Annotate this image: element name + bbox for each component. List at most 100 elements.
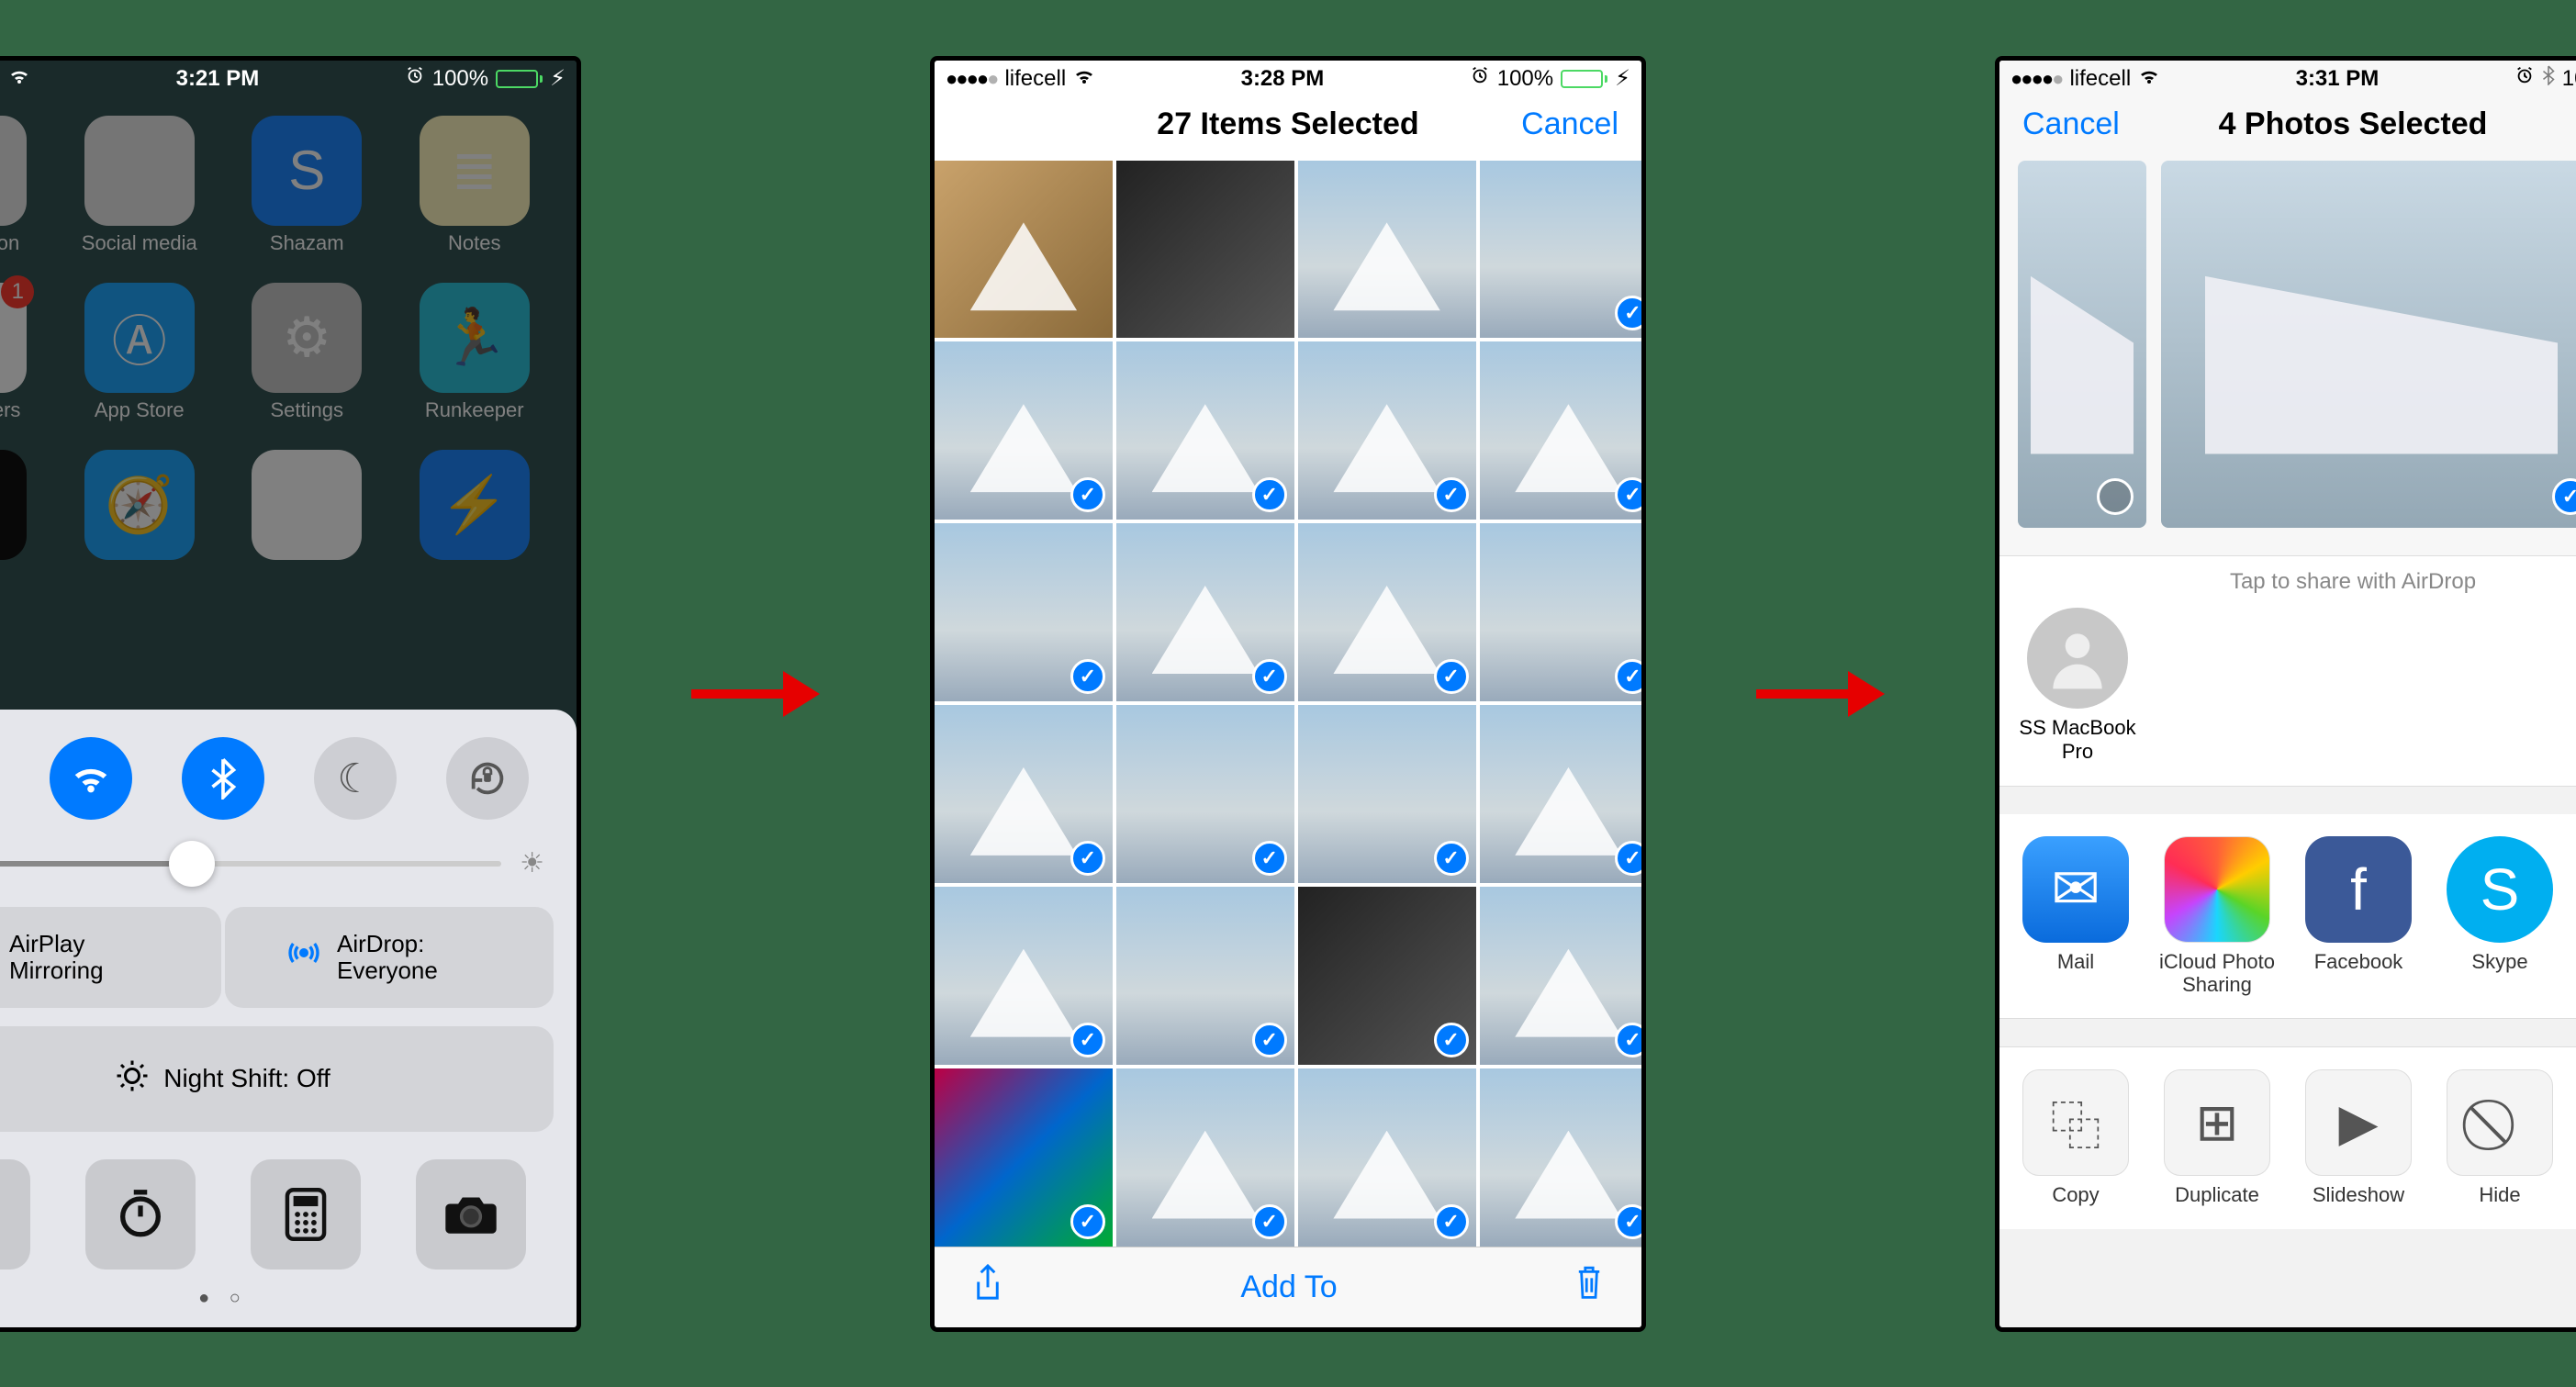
selection-check-icon: ✓ <box>1615 659 1641 694</box>
share-actions-row[interactable]: ⿻Copy⊞Duplicate▶Slideshow⃠Hide⎙Print <box>1999 1046 2576 1229</box>
home-app[interactable]: Social media <box>65 116 215 255</box>
action-label: Hide <box>2479 1183 2520 1207</box>
rotation-lock-toggle[interactable] <box>446 737 529 820</box>
app-icon: ≣ <box>420 116 530 226</box>
trash-button[interactable] <box>1574 1264 1605 1311</box>
share-action[interactable]: ⃠Hide <box>2442 1069 2558 1207</box>
share-action[interactable]: ▶Slideshow <box>2301 1069 2416 1207</box>
airdrop-target[interactable]: SS MacBook Pro <box>2018 608 2137 764</box>
night-shift-button[interactable]: Night Shift: Off <box>0 1026 554 1132</box>
share-action[interactable]: ⿻Copy <box>2018 1069 2134 1207</box>
selection-check-icon: ✓ <box>1070 841 1105 876</box>
home-app[interactable]: ≣Notes <box>400 116 550 255</box>
wifi-toggle[interactable] <box>50 737 132 820</box>
app-label: Social media <box>82 231 197 255</box>
selection-check-icon[interactable]: ✓ <box>2552 478 2576 515</box>
cancel-button[interactable]: Cancel <box>2022 106 2120 142</box>
share-button[interactable] <box>971 1263 1004 1312</box>
photo-thumbnail[interactable]: ✓ <box>1298 887 1476 1065</box>
share-app[interactable]: SSkype <box>2442 836 2558 997</box>
photo-thumbnail[interactable]: ✓ <box>935 341 1113 520</box>
selection-check-icon: ✓ <box>1615 296 1641 330</box>
photo-thumbnail[interactable]: ✓ <box>1116 341 1294 520</box>
photo-thumbnail[interactable]: ✓ <box>1116 1068 1294 1247</box>
selection-check-icon: ✓ <box>1615 841 1641 876</box>
home-app[interactable]: M <box>232 450 382 565</box>
selection-check-icon: ✓ <box>1070 1023 1105 1057</box>
page-dots: ● ○ <box>0 1288 554 1309</box>
flow-arrow <box>691 680 820 708</box>
preview-photo[interactable]: ✓ <box>2161 161 2576 528</box>
share-action[interactable]: ⊞Duplicate <box>2159 1069 2275 1207</box>
photo-thumbnail[interactable]: ✓ <box>1480 1068 1641 1247</box>
photo-thumbnail[interactable]: ✓ <box>1298 523 1476 701</box>
signal-dots: ●●●●● <box>946 67 997 91</box>
photo-grid[interactable]: ✓✓✓✓✓✓✓✓✓✓✓✓✓✓✓✓✓✓✓✓✓ <box>935 161 1641 1247</box>
camera-button[interactable] <box>416 1159 526 1270</box>
share-app[interactable]: iCloud Photo Sharing <box>2159 836 2275 997</box>
action-icon: ⿻ <box>2022 1069 2129 1176</box>
add-to-button[interactable]: Add To <box>1240 1270 1337 1305</box>
photo-thumbnail[interactable]: ✓ <box>1480 161 1641 339</box>
photo-thumbnail[interactable]: ✓ <box>935 887 1113 1065</box>
selection-check-icon: ✓ <box>1252 841 1287 876</box>
photo-thumbnail[interactable]: ✓ <box>1480 523 1641 701</box>
photo-thumbnail[interactable]: ✓ <box>1298 1068 1476 1247</box>
clock: 3:28 PM <box>1241 66 1325 92</box>
photo-thumbnail[interactable] <box>1298 161 1476 339</box>
home-app[interactable]: ⚙Settings <box>232 283 382 422</box>
photo-thumbnail[interactable]: ✓ <box>1116 887 1294 1065</box>
home-app[interactable]: 🧭 <box>65 450 215 565</box>
selection-circle-empty[interactable] <box>2097 478 2134 515</box>
bluetooth-toggle[interactable] <box>182 737 264 820</box>
selection-check-icon: ✓ <box>1434 1204 1469 1239</box>
photo-thumbnail[interactable]: ✓ <box>1116 523 1294 701</box>
home-app[interactable]: Navigation <box>0 116 47 255</box>
clock: 3:21 PM <box>176 66 260 92</box>
carrier-label: lifecell <box>1004 66 1066 92</box>
photo-thumbnail[interactable] <box>935 161 1113 339</box>
photo-thumbnail[interactable]: ✓ <box>1480 887 1641 1065</box>
photo-thumbnail[interactable]: ✓ <box>1298 341 1476 520</box>
photo-thumbnail[interactable]: ✓ <box>1480 705 1641 883</box>
cancel-button[interactable]: Cancel <box>1521 106 1618 142</box>
phone-control-center: ●●●●● lifecell 3:21 PM 100% ⚡︎ Navigatio… <box>0 56 581 1332</box>
slider-thumb[interactable] <box>169 841 215 887</box>
timer-button[interactable] <box>85 1159 196 1270</box>
photo-previews[interactable]: ✓ ✓ <box>1999 161 2576 555</box>
home-app[interactable]: ⠿1 Reminders <box>0 283 47 422</box>
app-label: App Store <box>95 398 185 422</box>
photo-thumbnail[interactable]: ✓ <box>935 1068 1113 1247</box>
preview-photo[interactable] <box>2018 161 2146 528</box>
night-shift-icon <box>116 1059 149 1099</box>
wifi-icon <box>1073 67 1095 91</box>
share-app[interactable]: ✉Mail <box>2018 836 2134 997</box>
photo-thumbnail[interactable]: ✓ <box>1480 341 1641 520</box>
app-icon: ⠿1 <box>0 283 27 393</box>
share-app-label: iCloud Photo Sharing <box>2159 950 2275 997</box>
calculator-button[interactable] <box>251 1159 361 1270</box>
airplay-button[interactable]: AirPlay Mirroring <box>0 907 221 1007</box>
airdrop-button[interactable]: AirDrop: Everyone <box>225 907 554 1007</box>
status-battery-pct: 100% <box>2562 66 2576 92</box>
home-app[interactable]: ⒶApp Store <box>65 283 215 422</box>
home-app[interactable]: 🏃Runkeeper <box>400 283 550 422</box>
flashlight-button[interactable] <box>0 1159 30 1270</box>
carrier-label: lifecell <box>2069 66 2131 92</box>
home-app[interactable]: SShazam <box>232 116 382 255</box>
share-app[interactable]: fFacebook <box>2301 836 2416 997</box>
photo-thumbnail[interactable]: ✓ <box>935 705 1113 883</box>
photo-thumbnail[interactable]: ✓ <box>935 523 1113 701</box>
app-label: Reminders <box>0 398 20 422</box>
share-apps-row[interactable]: ✉Mail iCloud Photo Sharing fFacebookSSkype… <box>1999 814 2576 1020</box>
home-app[interactable] <box>0 450 47 565</box>
slider-track[interactable] <box>0 861 501 867</box>
brightness-slider[interactable]: ☼ ☀︎ <box>0 847 554 879</box>
home-app[interactable]: ⚡ <box>400 450 550 565</box>
selection-check-icon: ✓ <box>1615 1023 1641 1057</box>
photo-thumbnail[interactable]: ✓ <box>1298 705 1476 883</box>
photo-thumbnail[interactable] <box>1116 161 1294 339</box>
photo-thumbnail[interactable]: ✓ <box>1116 705 1294 883</box>
share-app-label: Facebook <box>2314 950 2403 973</box>
dnd-toggle[interactable]: ☾ <box>314 737 397 820</box>
